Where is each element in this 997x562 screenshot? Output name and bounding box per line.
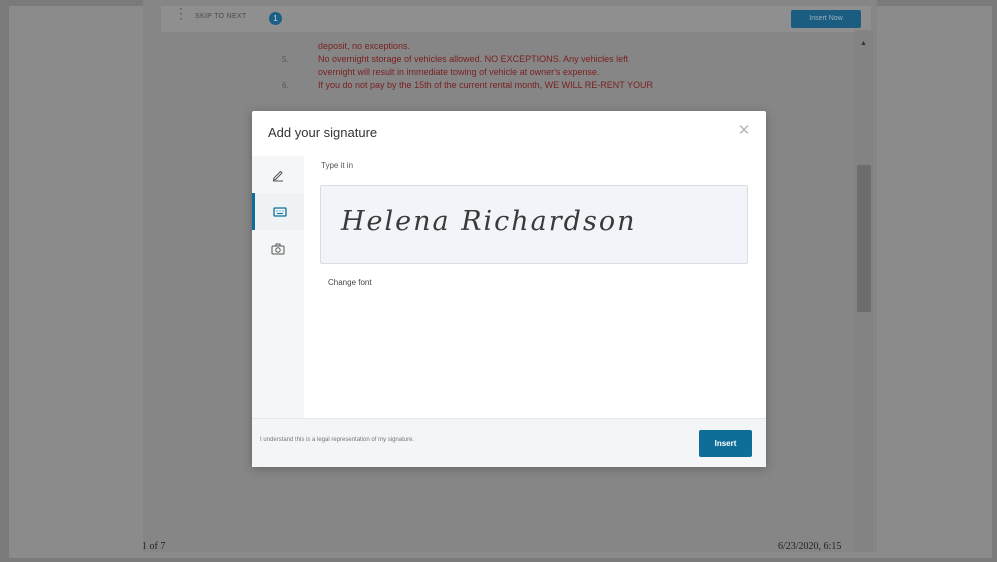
drag-handle-icon: ⋮: [174, 5, 188, 21]
signature-method-tabs: [252, 156, 304, 418]
change-font-link[interactable]: Change font: [328, 278, 372, 287]
dialog-footer: I understand this is a legal representat…: [252, 418, 766, 467]
page-indicator: 1 of 7: [142, 541, 166, 552]
pen-icon: [271, 168, 285, 182]
camera-icon: [271, 243, 285, 255]
doc-line: No overnight storage of vehicles allowed…: [318, 54, 629, 64]
type-signature-panel: Type it in Helena Richardson Change font: [305, 156, 766, 418]
document-toolbar: ⋮ SKIP TO NEXT 1 Insert Now: [161, 6, 871, 32]
tab-type[interactable]: [252, 193, 304, 230]
doc-line: deposit, no exceptions.: [318, 41, 411, 51]
tab-upload[interactable]: [252, 230, 304, 267]
type-it-in-label: Type it in: [321, 161, 354, 170]
scrollbar-thumb[interactable]: [857, 165, 871, 312]
doc-line-number: 6.: [282, 81, 289, 90]
close-icon[interactable]: ✕: [736, 123, 752, 139]
signature-input[interactable]: Helena Richardson: [320, 185, 748, 264]
finish-button[interactable]: Insert Now: [791, 10, 861, 28]
signature-preview: Helena Richardson: [341, 206, 637, 237]
step-count-badge: 1: [269, 12, 282, 25]
doc-line: overnight will result in immediate towin…: [318, 67, 600, 77]
signature-dialog: Add your signature ✕ Type it in Helena R…: [252, 111, 766, 467]
tab-draw[interactable]: [252, 156, 304, 193]
scroll-up-icon[interactable]: ▲: [860, 40, 867, 47]
legal-disclaimer: I understand this is a legal representat…: [260, 437, 415, 443]
keyboard-icon: [272, 206, 287, 218]
step-label[interactable]: SKIP TO NEXT: [195, 13, 246, 20]
doc-line-number: 5.: [282, 55, 289, 64]
dialog-title: Add your signature: [268, 125, 378, 140]
doc-line: If you do not pay by the 15th of the cur…: [318, 80, 653, 90]
insert-button[interactable]: Insert: [699, 430, 752, 457]
timestamp: 6/23/2020, 6:15: [778, 541, 842, 552]
